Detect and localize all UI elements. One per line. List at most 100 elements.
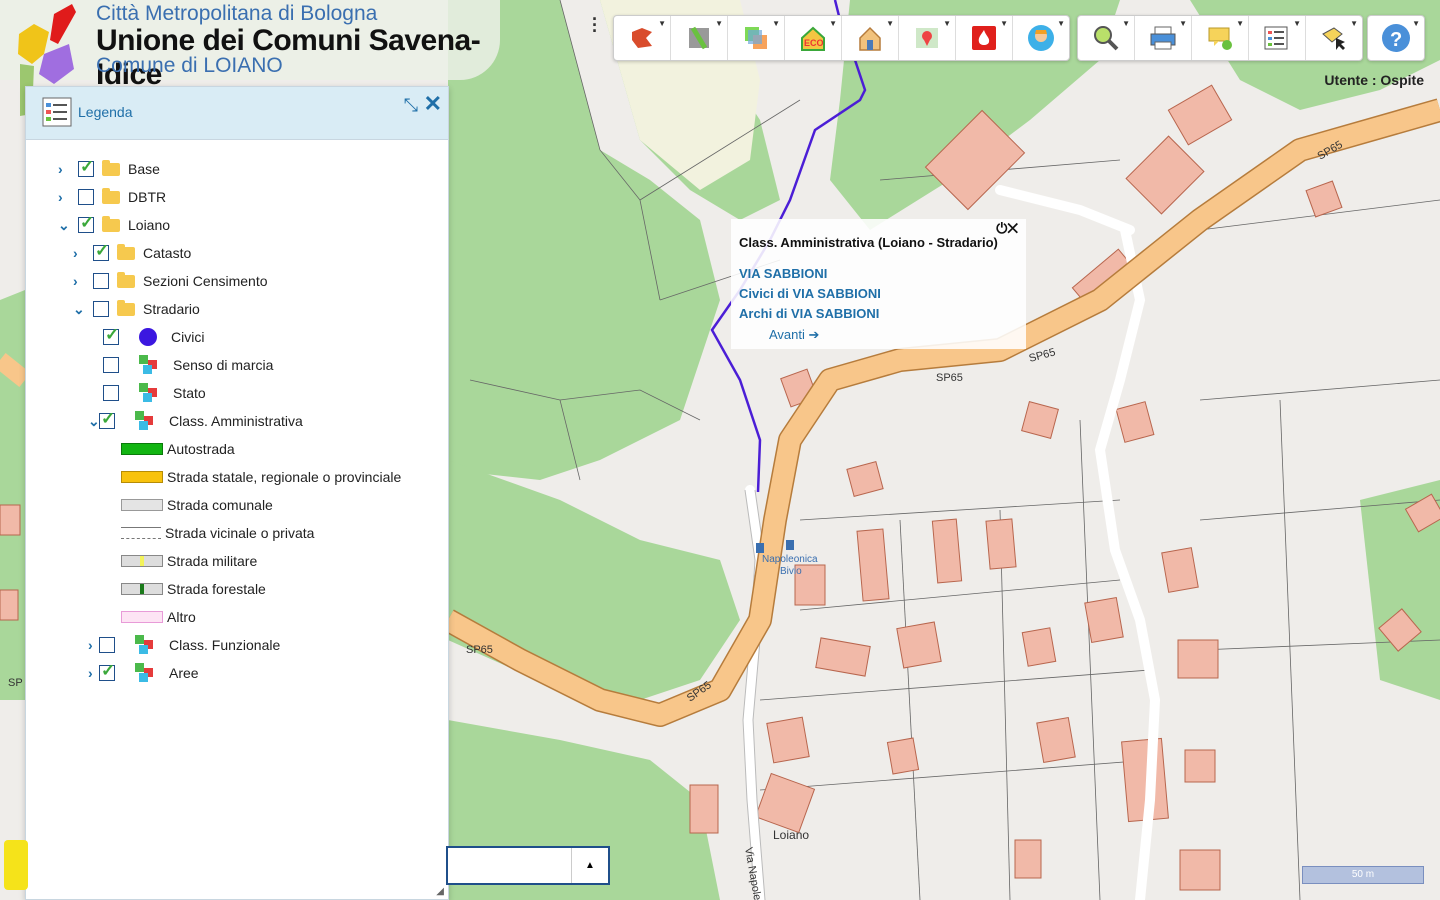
chevron-right-icon[interactable]: › xyxy=(73,245,87,261)
legend-label: Class. Funzionale xyxy=(169,637,281,653)
legend-label: Stradario xyxy=(143,301,200,317)
edit-tool-icon xyxy=(1322,27,1345,50)
next-button[interactable]: Avanti ➔ xyxy=(769,327,819,343)
report-button[interactable]: ▼ xyxy=(1249,16,1306,60)
layers-select-button[interactable]: ▼ xyxy=(728,16,785,60)
person-button[interactable]: ▼ xyxy=(1013,16,1069,60)
legend-label: Catasto xyxy=(143,245,192,261)
close-icon[interactable]: ✕ xyxy=(1007,220,1018,236)
altro-swatch xyxy=(121,611,163,623)
help-button[interactable]: ? ▼ xyxy=(1368,16,1424,60)
chevron-right-icon[interactable]: › xyxy=(73,273,87,289)
legend-node-senso[interactable]: Senso di marcia xyxy=(97,354,273,376)
map-navigation-icon xyxy=(632,28,652,48)
checkbox-stato[interactable] xyxy=(103,385,119,401)
legend-label: Base xyxy=(128,161,160,177)
fire-button[interactable]: ▼ xyxy=(956,16,1013,60)
legend-node-sezioni[interactable]: › Sezioni Censimento xyxy=(73,270,268,292)
comment-button[interactable]: ▼ xyxy=(1192,16,1249,60)
folder-icon xyxy=(102,187,120,204)
legend-label: DBTR xyxy=(128,189,167,205)
bottom-select[interactable]: ▲ xyxy=(446,846,610,885)
chevron-right-icon[interactable]: › xyxy=(58,189,72,205)
folder-icon xyxy=(117,243,135,260)
brand-city: Città Metropolitana di Bologna xyxy=(96,2,378,25)
eco-button[interactable]: ECO ▼ xyxy=(785,16,842,60)
legend-item-altro: Altro xyxy=(121,606,196,628)
person-icon xyxy=(1028,25,1054,51)
map-navigation-button[interactable]: ▼ xyxy=(614,16,671,60)
checkbox-loiano[interactable] xyxy=(78,213,94,233)
checkbox-senso[interactable] xyxy=(103,357,119,373)
legend-label: Class. Amministrativa xyxy=(169,413,303,429)
checkbox-class-funz[interactable] xyxy=(99,637,115,653)
legend-node-class-amm[interactable]: ⌄ Class. Amministrativa xyxy=(88,409,303,432)
legend-label: Strada forestale xyxy=(167,581,266,597)
checkbox-dbtr[interactable] xyxy=(78,189,94,205)
legend-header: Legenda ⤡ ✕ xyxy=(26,87,448,140)
legend-label: Autostrada xyxy=(167,441,235,457)
folder-icon xyxy=(117,271,135,288)
toolbar-main: ▼ ▼ ▼ ECO ▼ ▼ ▼ ▼ ▼ xyxy=(613,15,1070,61)
link-via-sabbioni[interactable]: VIA SABBIONI xyxy=(739,266,827,281)
print-button[interactable]: ▼ xyxy=(1135,16,1192,60)
legend-node-loiano[interactable]: ⌄ Loiano xyxy=(58,213,171,236)
feature-popup: ⏻✕ Class. Amministrativa (Loiano - Strad… xyxy=(731,219,1026,349)
multicolor-squares-icon xyxy=(135,635,155,655)
resize-handle-icon[interactable]: ◢ xyxy=(436,886,444,897)
legend-label: Aree xyxy=(169,665,199,681)
comunale-swatch xyxy=(121,499,163,511)
chevron-right-icon[interactable]: › xyxy=(58,161,72,177)
folder-icon xyxy=(117,299,135,316)
power-icon[interactable]: ⏻ xyxy=(996,220,1007,236)
checkbox-civici[interactable] xyxy=(103,325,119,345)
legend-node-civici[interactable]: Civici xyxy=(97,325,204,348)
report-icon xyxy=(1264,26,1288,50)
svg-text:Loiano: Loiano xyxy=(773,828,809,842)
checkbox-aree[interactable] xyxy=(99,661,115,681)
legend-node-aree[interactable]: › Aree xyxy=(88,661,199,684)
user-status: Utente : Ospite xyxy=(1324,72,1424,88)
legend-label: Strada statale, regionale o provinciale xyxy=(167,469,402,485)
popup-controls[interactable]: ⏻✕ xyxy=(996,220,1018,237)
multicolor-squares-icon xyxy=(135,411,155,431)
search-button[interactable]: ▼ xyxy=(1078,16,1135,60)
chevron-right-icon[interactable]: › xyxy=(88,637,97,653)
legend-node-stato[interactable]: Stato xyxy=(97,382,206,404)
road-layers-button[interactable]: ▼ xyxy=(671,16,728,60)
popup-title: Class. Amministrativa (Loiano - Stradari… xyxy=(739,235,998,250)
link-archi[interactable]: Archi di VIA SABBIONI xyxy=(739,306,879,321)
house-button[interactable]: ▼ xyxy=(842,16,899,60)
sp65-label-1: SP65 xyxy=(466,644,493,656)
checkbox-sezioni[interactable] xyxy=(93,273,109,289)
legend-node-class-funz[interactable]: › Class. Funzionale xyxy=(88,634,280,656)
chevron-down-icon[interactable]: ⌄ xyxy=(73,301,87,318)
chevron-down-icon[interactable]: ⌄ xyxy=(58,217,72,234)
multicolor-squares-icon xyxy=(139,355,159,375)
caret-up-icon[interactable]: ▲ xyxy=(571,848,608,883)
sp65-label-2: SP65 xyxy=(936,372,963,384)
legend-panel: Legenda ⤡ ✕ › Base › DBTR ⌄ Loiano › Catasto… xyxy=(25,86,449,900)
checkbox-class-amm[interactable] xyxy=(99,409,115,429)
close-icon[interactable]: ✕ xyxy=(424,91,442,117)
collapse-icon[interactable]: ⤡ xyxy=(404,95,418,116)
checkbox-base[interactable] xyxy=(78,157,94,177)
legend-item-forestale: Strada forestale xyxy=(121,578,266,600)
legend-node-catasto[interactable]: › Catasto xyxy=(73,241,192,264)
checkbox-catasto[interactable] xyxy=(93,241,109,261)
legend-node-stradario[interactable]: ⌄ Stradario xyxy=(73,298,200,320)
legend-label: Stato xyxy=(173,385,206,401)
chevron-right-icon[interactable]: › xyxy=(88,665,97,681)
legend-label: Sezioni Censimento xyxy=(143,273,268,289)
chevron-down-icon[interactable]: ⌄ xyxy=(88,413,100,430)
legend-node-base[interactable]: › Base xyxy=(58,157,160,180)
militare-swatch xyxy=(121,555,163,567)
legend-label: Loiano xyxy=(128,217,171,233)
house-icon xyxy=(859,26,881,51)
link-civici[interactable]: Civici di VIA SABBIONI xyxy=(739,286,881,301)
map-pin-button[interactable]: ▼ xyxy=(899,16,956,60)
checkbox-stradario[interactable] xyxy=(93,301,109,317)
more-menu-icon[interactable]: · · · xyxy=(592,10,598,40)
edit-tool-button[interactable]: ▼ xyxy=(1306,16,1362,60)
legend-node-dbtr[interactable]: › DBTR xyxy=(58,186,166,208)
